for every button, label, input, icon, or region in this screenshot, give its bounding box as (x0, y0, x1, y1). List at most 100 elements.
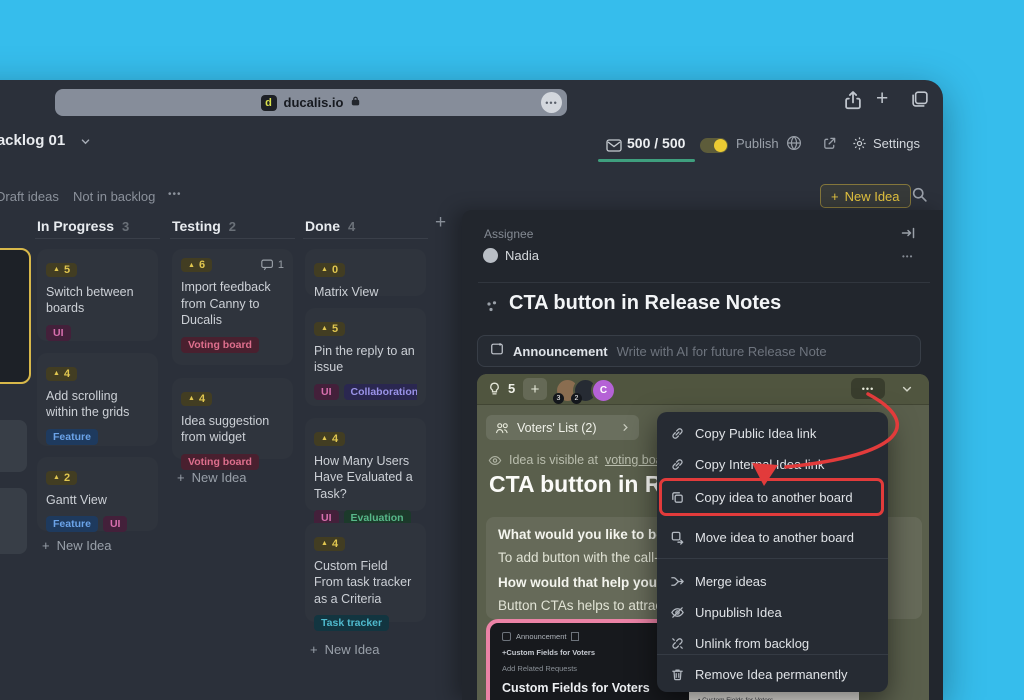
tag: Feature (46, 429, 98, 445)
tag: Voting board (181, 337, 259, 353)
vote-chip[interactable]: ▲5 (46, 263, 77, 277)
highlight-red-box (659, 478, 884, 516)
new-tab-icon[interactable]: + (876, 87, 888, 111)
vote-chip[interactable]: ▲0 (314, 263, 345, 277)
idea-card[interactable]: ▲2 Gantt View Feature UI (37, 457, 158, 531)
vote-chip[interactable]: ▲4 (181, 392, 212, 406)
add-column-icon[interactable]: + (435, 212, 446, 234)
assignee-avatar[interactable] (483, 248, 498, 263)
plus-icon: + (42, 538, 50, 553)
preview-trash-icon (571, 632, 579, 641)
plus-icon: + (831, 189, 839, 204)
widget-more-icon[interactable]: ••• (851, 378, 885, 399)
widget-vote-count: 5 (508, 381, 515, 396)
idea-card[interactable]: ▲4 How Many Users Have Evaluated a Task?… (305, 418, 426, 511)
lightbulb-icon (487, 381, 502, 402)
mail-icon (606, 139, 622, 157)
url-text: ducalis.io (284, 95, 344, 110)
column-new-idea-button[interactable]: +New Idea (310, 642, 380, 657)
announcement-icon (490, 342, 504, 361)
tag: UI (314, 384, 339, 400)
browser-window: d ducalis.io ••• + Backlog 01 500 / 500 … (0, 80, 943, 700)
card-partial[interactable] (0, 420, 27, 472)
idea-card[interactable]: ▲6 1 Import feedback from Canny to Ducal… (172, 249, 293, 365)
menu-item-move-idea-to-board[interactable]: Move idea to another board (657, 522, 888, 552)
widget-chevron-icon[interactable] (901, 382, 913, 400)
idea-card[interactable]: ▲4 Add scrolling within the grids Featur… (37, 353, 158, 446)
external-link-icon[interactable] (822, 136, 837, 156)
announcement-input[interactable]: Announcement Write with AI for future Re… (477, 335, 921, 367)
card-title: Idea suggestion from widget (181, 413, 284, 446)
column-header-in-progress: In Progress3 (37, 218, 129, 234)
column-new-idea-button[interactable]: +New Idea (177, 470, 247, 485)
vote-chip[interactable]: ▲5 (314, 322, 345, 336)
collapse-panel-icon[interactable] (900, 225, 916, 246)
settings-label[interactable]: Settings (873, 136, 920, 151)
site-favicon: d (261, 95, 277, 111)
new-idea-button[interactable]: + New Idea (820, 184, 911, 208)
card-title: Custom Field From task tracker as a Crit… (314, 558, 417, 608)
card-title: Add scrolling within the grids (46, 388, 149, 421)
share-icon[interactable] (842, 88, 864, 117)
lock-icon (350, 94, 361, 112)
tab-overview-icon[interactable] (910, 89, 930, 114)
globe-icon[interactable] (786, 135, 802, 156)
assignee-label: Assignee (484, 227, 533, 241)
add-voter-button[interactable]: + (523, 378, 547, 400)
plus-icon: + (177, 470, 185, 485)
search-icon[interactable] (911, 186, 928, 208)
vote-chip[interactable]: ▲2 (46, 471, 77, 485)
column-header-testing: Testing2 (172, 218, 236, 234)
tabs-more-icon[interactable]: ••• (168, 189, 182, 200)
idea-card[interactable]: ▲5 Pin the reply to an issue UI Collabor… (305, 308, 426, 406)
menu-item-copy-public-link[interactable]: Copy Public Idea link (657, 418, 888, 448)
card-partial[interactable] (0, 488, 27, 554)
address-bar[interactable]: d ducalis.io ••• (55, 89, 567, 116)
vote-chip[interactable]: ▲4 (314, 537, 345, 551)
card-title: Matrix View (314, 284, 417, 301)
card-title: Gantt View (46, 492, 149, 509)
widget-heading: CTA button in R (489, 471, 661, 498)
plus-icon: + (310, 642, 318, 657)
voter-avatar[interactable]: C (591, 378, 616, 403)
preview-announcement-icon (502, 632, 511, 641)
vote-chip[interactable]: ▲4 (46, 367, 77, 381)
tab-draft-ideas[interactable]: Draft ideas (0, 189, 59, 204)
card-title: Import feedback from Canny to Ducalis (181, 279, 284, 329)
idea-card[interactable]: ▲4 Custom Field From task tracker as a C… (305, 523, 426, 622)
idea-card[interactable]: ▲0 Matrix View (305, 249, 426, 296)
gear-icon[interactable] (852, 136, 867, 156)
idea-dots-icon (486, 300, 500, 319)
tag: Collaboration (344, 384, 418, 400)
selected-card-partial[interactable] (0, 248, 31, 384)
menu-item-copy-internal-link[interactable]: Copy Internal Idea link (657, 449, 888, 479)
column-header-done: Done4 (305, 218, 355, 234)
assignee-name[interactable]: Nadia (505, 248, 539, 263)
card-title: How Many Users Have Evaluated a Task? (314, 453, 417, 503)
vote-chip[interactable]: ▲6 (181, 258, 212, 272)
board-name[interactable]: Backlog 01 (0, 132, 65, 149)
menu-item-unpublish-idea[interactable]: Unpublish Idea (657, 597, 888, 627)
tab-not-in-backlog[interactable]: Not in backlog (73, 189, 155, 204)
idea-context-menu: Copy Public Idea link Copy Internal Idea… (657, 412, 888, 692)
quota-progress-bar (598, 159, 695, 162)
quota-counter: 500 / 500 (627, 135, 685, 151)
column-new-idea-button[interactable]: +New Idea (42, 538, 112, 553)
idea-card[interactable]: ▲4 Idea suggestion from widget Voting bo… (172, 378, 293, 459)
tag: Feature (46, 516, 98, 532)
address-more-icon[interactable]: ••• (541, 92, 562, 113)
voters-list-button[interactable]: Voters' List (2) (486, 415, 639, 440)
panel-more-icon[interactable]: ••• (902, 252, 913, 261)
menu-item-merge-ideas[interactable]: Merge ideas (657, 566, 888, 596)
tag: Voting board (181, 454, 259, 470)
board-chevron-icon[interactable] (80, 134, 91, 152)
tag: Task tracker (314, 615, 389, 631)
menu-item-remove-idea[interactable]: Remove Idea permanently (657, 659, 888, 689)
vote-chip[interactable]: ▲4 (314, 432, 345, 446)
publish-label: Publish (736, 136, 779, 151)
idea-title: CTA button in Release Notes (509, 292, 781, 315)
tag: UI (46, 325, 71, 341)
idea-card[interactable]: ▲5 Switch between boards UI (37, 249, 158, 341)
publish-toggle[interactable] (700, 138, 728, 153)
comment-count: 1 (261, 259, 284, 271)
